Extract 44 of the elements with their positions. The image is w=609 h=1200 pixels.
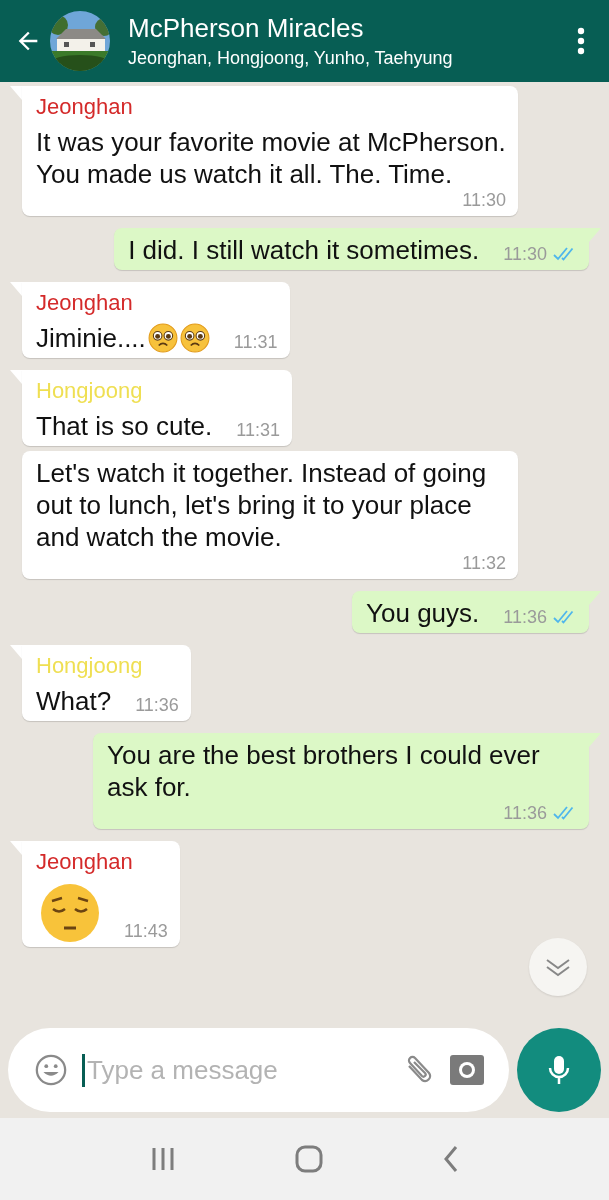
received-message-bubble[interactable]: Jeonghan It was your favorite movie at McPherson. You made us watch it all. The. Time. 11:30 — [22, 86, 518, 216]
message-text: You guys. — [366, 597, 480, 629]
participants-list[interactable]: Jeonghan, Hongjoong, Yunho, Taehyung — [128, 48, 453, 69]
scroll-down-button[interactable] — [529, 938, 587, 996]
received-message-bubble[interactable]: Let's watch it together. Instead of going out to lunch, let's bring it to your place and watch the movie. 11:32 — [22, 451, 518, 579]
message-text: Jiminie.... — [36, 322, 146, 354]
message-text: Let's watch it together. Instead of going out to lunch, let's bring it to your place and watch the movie. — [36, 457, 488, 553]
message-text: I did. I still watch it sometimes. — [128, 234, 480, 266]
message-text: That is so cute. — [36, 410, 213, 442]
sent-message-bubble[interactable]: You are the best brothers I could ever ask for. 11:36 — [93, 733, 589, 829]
more-options-icon[interactable] — [577, 27, 585, 55]
message-time: 11:36 — [503, 803, 547, 823]
message-time: 11:31 — [233, 332, 278, 352]
received-message-bubble[interactable]: Jeonghan 11:43 — [22, 841, 180, 947]
sender-name: Jeonghan — [36, 94, 133, 120]
message-time: 11:30 — [462, 190, 506, 210]
sender-name: Jeonghan — [36, 290, 133, 316]
camera-icon[interactable] — [449, 1052, 485, 1088]
pleading-face-icon — [179, 323, 210, 353]
sent-message-bubble[interactable]: I did. I still watch it sometimes. 11:30 — [114, 228, 589, 270]
received-message-bubble[interactable]: Hongjoong What? 11:36 — [22, 645, 191, 721]
message-time: 11:31 — [236, 420, 281, 440]
sender-name: Hongjoong — [36, 378, 143, 404]
message-text: It was your favorite movie at McPherson. You made us watch it all. The. Time. — [36, 126, 506, 190]
sent-message-bubble[interactable]: You guys. 11:36 — [352, 591, 589, 633]
received-message-bubble[interactable]: Jeonghan Jiminie.... 11:31 — [22, 282, 290, 358]
received-message-bubble[interactable]: Hongjoong That is so cute. 11:31 — [22, 370, 293, 446]
emoji-icon[interactable] — [34, 1053, 68, 1087]
message-time: 11:32 — [462, 553, 506, 573]
message-time: 11:36 — [135, 695, 179, 715]
message-time: 11:30 — [503, 244, 547, 264]
message-text: You are the best brothers I could ever ask for. — [107, 739, 541, 803]
message-text: What? — [36, 685, 112, 717]
message-time: 11:36 — [503, 607, 547, 627]
sender-name: Hongjoong — [36, 653, 143, 679]
message-time: 11:43 — [124, 921, 168, 941]
message-input-field[interactable]: Type a message — [82, 1053, 385, 1087]
pensive-face-icon — [40, 883, 100, 943]
double-chevron-icon — [544, 957, 572, 977]
home-icon[interactable] — [293, 1144, 324, 1174]
pleading-face-icon — [147, 323, 178, 353]
chat-title[interactable]: McPherson Miracles — [128, 13, 364, 44]
microphone-icon — [547, 1054, 571, 1086]
sender-name: Jeonghan — [36, 849, 133, 875]
